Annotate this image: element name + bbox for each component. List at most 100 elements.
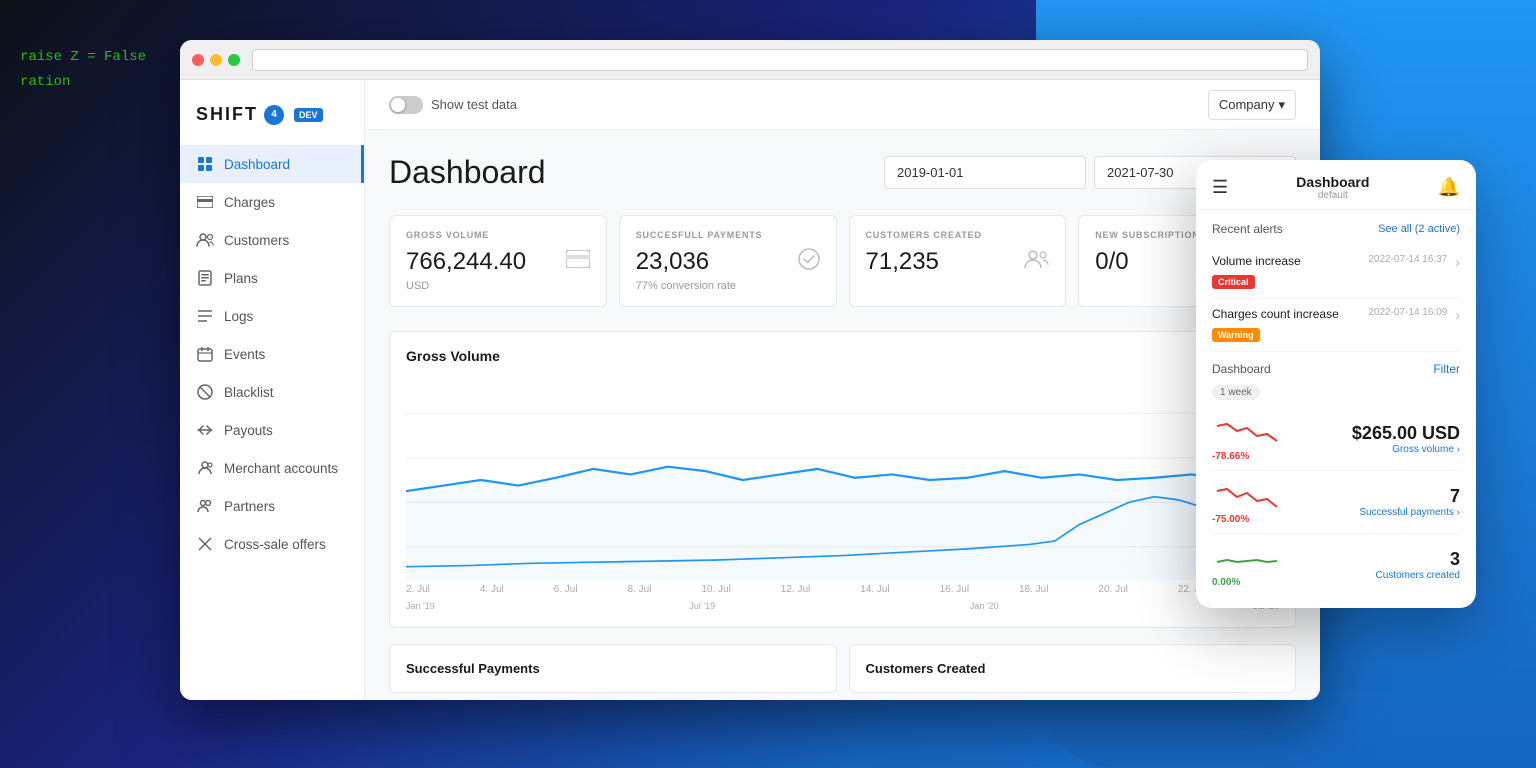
sidebar-item-dashboard-label: Dashboard bbox=[224, 157, 290, 172]
sidebar-item-partners[interactable]: Partners bbox=[180, 487, 364, 525]
gross-volume-chart: Gross Volume bbox=[389, 331, 1296, 628]
x-label-5: 12. Jul bbox=[781, 584, 810, 595]
company-label: Company bbox=[1219, 97, 1275, 112]
mini-chart-left-2: 0.00% bbox=[1212, 542, 1282, 588]
dashboard-body: Dashboard GROSS VOLUME 766,244.40 bbox=[365, 130, 1320, 700]
metric-value-row-0: 766,244.40 bbox=[406, 248, 590, 276]
alert-left-volume: Volume increase Critical bbox=[1212, 254, 1368, 290]
mini-chart-successful-payments: -75.00% 7 Successful payments › bbox=[1212, 471, 1460, 534]
hamburger-icon[interactable]: ☰ bbox=[1212, 177, 1228, 198]
close-dot[interactable] bbox=[192, 54, 204, 66]
bottom-chart-payments: Successful Payments bbox=[389, 644, 837, 693]
sidebar-item-plans[interactable]: Plans bbox=[180, 259, 364, 297]
mini-chart-left-1: -75.00% bbox=[1212, 479, 1282, 525]
week-badge: 1 week bbox=[1212, 385, 1260, 400]
test-data-toggle[interactable] bbox=[389, 96, 423, 114]
mobile-body: Recent alerts See all (2 active) Volume … bbox=[1196, 210, 1476, 608]
alert-time-charges: 2022-07-14 16:09 bbox=[1368, 307, 1447, 318]
sidebar-item-partners-label: Partners bbox=[224, 499, 275, 514]
mini-change-2: 0.00% bbox=[1212, 577, 1240, 588]
minimize-dot[interactable] bbox=[210, 54, 222, 66]
mini-value-1: 7 bbox=[1359, 486, 1460, 507]
sidebar-item-blacklist[interactable]: Blacklist bbox=[180, 373, 364, 411]
merchant-accounts-icon bbox=[196, 459, 214, 477]
mini-label-link-1[interactable]: Successful payments › bbox=[1359, 507, 1460, 518]
dashboard-filter-label: Dashboard bbox=[1212, 362, 1271, 376]
bottom-chart-customers-title: Customers Created bbox=[866, 661, 1280, 676]
bottom-charts: Successful Payments Customers Created bbox=[389, 644, 1296, 693]
events-icon bbox=[196, 345, 214, 363]
bottom-chart-payments-title: Successful Payments bbox=[406, 661, 820, 676]
mini-label-2: Jan '20 bbox=[970, 601, 999, 611]
company-button[interactable]: Company ▾ bbox=[1208, 90, 1296, 120]
mini-chart-customers-created: 0.00% 3 Customers created bbox=[1212, 534, 1460, 596]
alerts-header: Recent alerts See all (2 active) bbox=[1212, 222, 1460, 236]
sidebar-item-charges[interactable]: Charges bbox=[180, 183, 364, 221]
mobile-panel: ☰ Dashboard default 🔔 Recent alerts See … bbox=[1196, 160, 1476, 608]
browser-chrome bbox=[180, 40, 1320, 80]
chevron-down-icon: ▾ bbox=[1278, 97, 1285, 113]
x-label-4: 10. Jul bbox=[701, 584, 730, 595]
metric-value-successful-payments: 23,036 bbox=[636, 248, 709, 276]
alert-time-volume: 2022-07-14 16:37 bbox=[1368, 254, 1447, 265]
sidebar-item-blacklist-label: Blacklist bbox=[224, 385, 274, 400]
sidebar-item-events[interactable]: Events bbox=[180, 335, 364, 373]
bell-icon[interactable]: 🔔 bbox=[1438, 177, 1460, 198]
see-all-link[interactable]: See all (2 active) bbox=[1378, 223, 1460, 235]
sidebar-item-payouts[interactable]: Payouts bbox=[180, 411, 364, 449]
mini-change-0: -78.66% bbox=[1212, 451, 1249, 462]
alert-left-charges: Charges count increase Warning bbox=[1212, 307, 1368, 343]
metric-label-gross-volume: GROSS VOLUME bbox=[406, 230, 590, 240]
mobile-title-area: Dashboard default bbox=[1296, 174, 1369, 201]
logo-area: SHIFT 4 DEV bbox=[180, 96, 364, 145]
users-icon bbox=[1023, 249, 1049, 275]
toggle-area: Show test data bbox=[389, 96, 517, 114]
metric-value-row-1: 23,036 bbox=[636, 248, 820, 276]
sidebar: SHIFT 4 DEV Dashboard bbox=[180, 80, 365, 700]
x-label-9: 20. Jul bbox=[1098, 584, 1127, 595]
bottom-chart-customers: Customers Created bbox=[849, 644, 1297, 693]
alert-item-volume[interactable]: Volume increase Critical 2022-07-14 16:3… bbox=[1212, 246, 1460, 299]
chart-container bbox=[406, 380, 1279, 580]
x-label-0: 2. Jul bbox=[406, 584, 430, 595]
x-label-1: 4. Jul bbox=[480, 584, 504, 595]
sidebar-item-cross-sale-offers[interactable]: Cross-sale offers bbox=[180, 525, 364, 563]
metric-value-gross-volume: 766,244.40 bbox=[406, 248, 526, 276]
sidebar-item-charges-label: Charges bbox=[224, 195, 275, 210]
chevron-right-icon-0: › bbox=[1455, 254, 1460, 270]
metric-card-successful-payments: SUCCESFULL PAYMENTS 23,036 77% conversio… bbox=[619, 215, 837, 307]
date-from-input[interactable] bbox=[884, 156, 1086, 189]
sidebar-item-logs[interactable]: Logs bbox=[180, 297, 364, 335]
url-bar[interactable] bbox=[252, 49, 1308, 71]
sidebar-item-payouts-label: Payouts bbox=[224, 423, 273, 438]
toggle-label: Show test data bbox=[431, 97, 517, 112]
top-bar: Show test data Company ▾ bbox=[365, 80, 1320, 130]
partners-icon bbox=[196, 497, 214, 515]
metric-card-customers-created: CUSTOMERS CREATED 71,235 bbox=[849, 215, 1067, 307]
dashboard-filter-row: Dashboard Filter bbox=[1212, 352, 1460, 382]
filter-link[interactable]: Filter bbox=[1433, 362, 1460, 376]
check-circle-icon bbox=[798, 248, 820, 276]
x-label-6: 14. Jul bbox=[860, 584, 889, 595]
recent-alerts-label: Recent alerts bbox=[1212, 222, 1283, 236]
mini-chart-right-0: $265.00 USD Gross volume › bbox=[1352, 423, 1460, 455]
browser-dots bbox=[192, 54, 240, 66]
mini-value-0: $265.00 USD bbox=[1352, 423, 1460, 444]
x-label-3: 8. Jul bbox=[628, 584, 652, 595]
mini-label-link-0[interactable]: Gross volume › bbox=[1352, 444, 1460, 455]
mobile-header: ☰ Dashboard default 🔔 bbox=[1196, 160, 1476, 210]
mini-chart-right-2: 3 Customers created bbox=[1376, 549, 1460, 581]
sidebar-item-dashboard[interactable]: Dashboard bbox=[180, 145, 364, 183]
mini-value-2: 3 bbox=[1376, 549, 1460, 570]
dashboard-header: Dashboard bbox=[389, 154, 1296, 191]
cross-sale-offers-icon bbox=[196, 535, 214, 553]
sidebar-item-customers[interactable]: Customers bbox=[180, 221, 364, 259]
metric-label-customers-created: CUSTOMERS CREATED bbox=[866, 230, 1050, 240]
alert-item-charges[interactable]: Charges count increase Warning 2022-07-1… bbox=[1212, 299, 1460, 352]
sidebar-item-merchant-accounts[interactable]: Merchant accounts bbox=[180, 449, 364, 487]
metric-value-row-2: 71,235 bbox=[866, 248, 1050, 276]
mini-chart-gross-volume: -78.66% $265.00 USD Gross volume › bbox=[1212, 408, 1460, 471]
logs-icon bbox=[196, 307, 214, 325]
x-label-8: 18. Jul bbox=[1019, 584, 1048, 595]
maximize-dot[interactable] bbox=[228, 54, 240, 66]
